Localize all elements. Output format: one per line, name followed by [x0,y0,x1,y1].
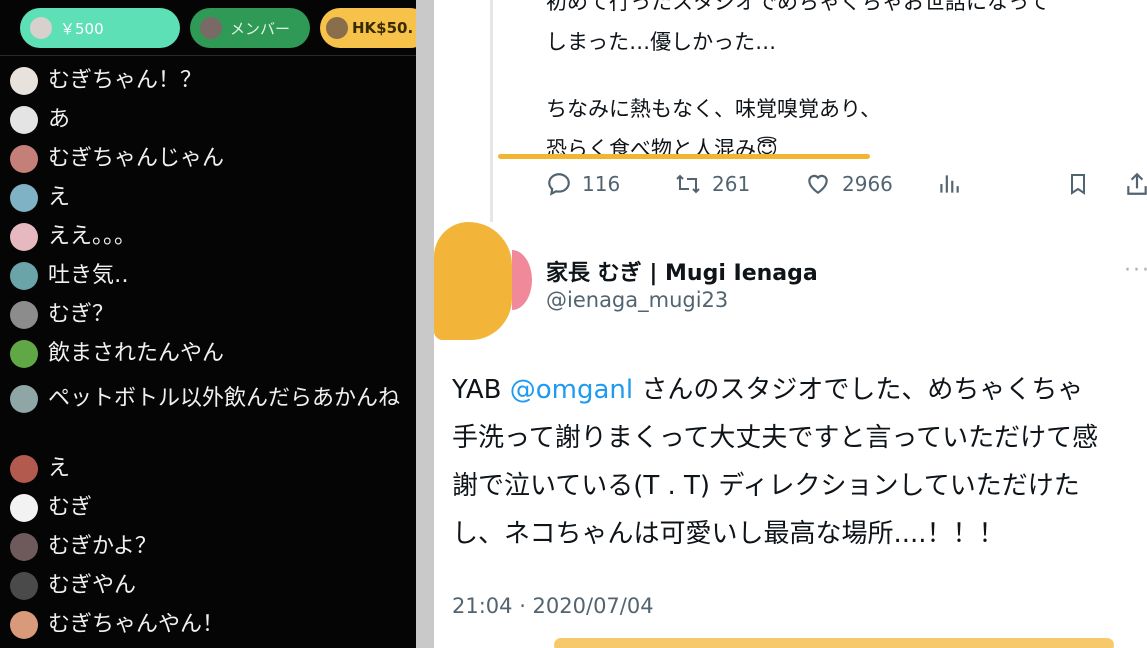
thread-connector-line [490,0,493,222]
reply-button[interactable]: 116 [546,166,620,202]
chat-message-text: ええ。。。 [48,224,137,249]
tweet-line: し、ネコちゃんは可愛いし最高な場所....！！！ [452,519,1005,549]
tweet-text: YAB [452,375,510,405]
author-name[interactable]: 家長 むぎ | Mugi Ienaga [546,255,818,287]
chat-message-text: え [48,456,71,481]
chat-message-text: ペットボトル以外飲んだらあかんね [48,386,401,411]
scrollbar[interactable] [416,0,434,648]
avatar[interactable] [10,67,38,95]
avatar[interactable] [10,611,38,639]
avatar[interactable] [10,572,38,600]
share-icon [1127,172,1147,195]
analytics-button[interactable] [936,166,972,202]
analytics-icon [940,175,959,193]
avatar [30,17,52,39]
chat-message: むぎちゃんやん！ [10,610,400,640]
more-options-icon[interactable]: ··· [1124,258,1147,283]
chat-message-text: むぎちゃんやん！ [48,612,225,637]
bookmark-button[interactable] [1066,166,1100,202]
avatar [200,17,222,39]
highlight-marker-blob [434,222,512,340]
tweet-timestamp[interactable]: 21:04 · 2020/07/04 [452,594,654,618]
heart-icon [808,174,828,194]
chat-message-text: 飲まされたんやん [48,341,225,366]
bookmark-icon [1071,174,1085,195]
live-chat-panel: ￥500 メンバー HK$50. むぎちゃん！？あむぎちゃんじゃんえええ。。。吐… [0,0,416,648]
chat-message: え [10,454,400,484]
chat-message: あ [10,105,400,135]
reply-icon [548,173,570,196]
tweet-text: さんのスタジオでした、めちゃくちゃ [633,375,1084,405]
pill-label: ￥500 [60,19,104,38]
author-handle[interactable]: @ienaga_mugi23 [546,288,728,312]
chat-message: むぎ？ [10,300,400,330]
mention-link[interactable]: @omganl [510,375,633,405]
super-chat-pill-hkd[interactable]: HK$50. [320,8,416,48]
divider [0,55,416,56]
chat-message: むぎちゃんじゃん [10,144,400,174]
avatar[interactable] [10,262,38,290]
tweet-line: 謝で泣いている(T . T) ディレクションしていただけた [452,471,1080,501]
avatar[interactable] [10,455,38,483]
retweet-button[interactable]: 261 [674,166,750,202]
pill-label: メンバー [230,19,291,38]
chat-message: ペットボトル以外飲んだらあかんね [10,384,400,414]
chat-message: え [10,183,400,213]
highlight-underline [498,154,870,159]
tweet-line: 手洗って謝りまくって大丈夫ですと言っていただけて感 [452,423,1099,453]
share-button[interactable] [1124,166,1147,202]
pill-label: HK$50. [352,19,414,37]
chat-message-text: 吐き気‥ [48,263,129,288]
avatar [326,17,348,39]
previous-tweet-line: しまった…優しかった… [546,30,777,54]
chat-message: むぎかよ？ [10,532,400,562]
reply-count: 116 [582,172,621,196]
chat-message: 吐き気‥ [10,261,400,291]
previous-tweet-line: 初めて行ったスタジオでめちゃくちゃお世話になって [546,0,1049,14]
avatar[interactable] [10,106,38,134]
chat-message-text: え [48,185,71,210]
avatar[interactable] [10,223,38,251]
like-count: 2966 [842,172,893,196]
chat-message: 飲まされたんやん [10,339,400,369]
avatar[interactable] [10,301,38,329]
tweet-body: YAB @omganl さんのスタジオでした、めちゃくちゃ 手洗って謝りまくって… [452,366,1147,558]
chat-message-text: あ [48,107,71,132]
chat-message-text: むぎ [48,495,93,520]
tweet-thread: 初めて行ったスタジオでめちゃくちゃお世話になって しまった…優しかった… ちなみ… [434,0,1147,648]
avatar[interactable] [10,494,38,522]
highlight-underline [554,638,1114,648]
super-chat-pill-500-yen[interactable]: ￥500 [20,8,180,48]
chat-message: むぎやん [10,571,400,601]
avatar[interactable] [10,533,38,561]
like-button[interactable]: 2966 [804,166,893,202]
chat-message-text: むぎちゃん！？ [48,68,203,93]
tweet-action-bar: 116 261 2966 [546,166,1147,202]
chat-message-text: むぎ？ [48,302,115,327]
retweet-count: 261 [712,172,751,196]
chat-message-text: むぎかよ？ [48,534,157,559]
avatar[interactable] [10,340,38,368]
avatar[interactable] [10,145,38,173]
membership-pill[interactable]: メンバー [190,8,310,48]
previous-tweet-text: 初めて行ったスタジオでめちゃくちゃお世話になって しまった…優しかった… ちなみ… [546,0,1146,169]
chat-message-text: むぎちゃんじゃん [48,146,225,171]
chat-message: ええ。。。 [10,222,400,252]
chat-message-text: むぎやん [48,573,137,598]
avatar[interactable] [10,184,38,212]
chat-message: むぎちゃん！？ [10,66,400,96]
chat-message: むぎ [10,493,400,523]
avatar[interactable] [10,385,38,413]
previous-tweet-line: ちなみに熱もなく、味覚嗅覚あり、 [546,97,882,121]
super-chat-ticker: ￥500 メンバー HK$50. [0,0,416,56]
previous-tweet-line: 恐らく食べ物と人混み😇 [546,137,778,161]
retweet-icon [676,174,700,194]
tweet-line: YAB @omganl さんのスタジオでした、めちゃくちゃ [452,366,1147,414]
